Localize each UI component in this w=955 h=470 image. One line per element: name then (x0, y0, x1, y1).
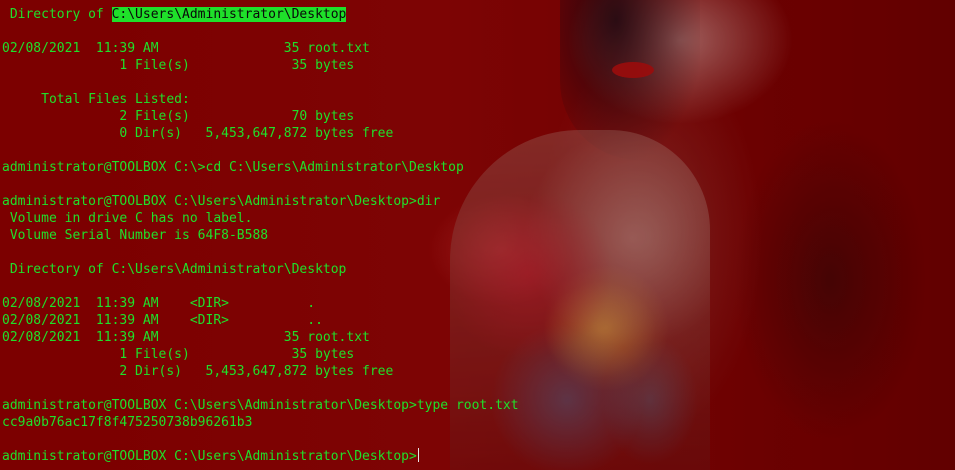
terminal-line: Total Files Listed: (2, 92, 190, 107)
terminal-line-command: administrator@TOOLBOX C:\Users\Administr… (2, 194, 441, 209)
terminal-line: 1 File(s) 35 bytes (2, 58, 355, 73)
terminal-line: Directory of C:\Users\Administrator\Desk… (2, 262, 347, 277)
terminal-prompt-line[interactable]: administrator@TOOLBOX C:\Users\Administr… (2, 448, 419, 465)
terminal-line-command: administrator@TOOLBOX C:\>cd C:\Users\Ad… (2, 160, 464, 175)
terminal-line: 02/08/2021 11:39 AM <DIR> .. (2, 313, 323, 328)
terminal-line: Volume Serial Number is 64F8-B588 (2, 228, 269, 243)
terminal-line: 2 Dir(s) 5,453,647,872 bytes free (2, 364, 394, 379)
terminal-line-output-hash: cc9a0b76ac17f8f475250738b96261b3 (2, 415, 253, 430)
terminal-line-directory-header: Directory of C:\Users\Administrator\Desk… (2, 6, 347, 23)
text-cursor (417, 448, 419, 462)
terminal-prompt: administrator@TOOLBOX C:\Users\Administr… (2, 449, 417, 464)
terminal-line-command: administrator@TOOLBOX C:\Users\Administr… (2, 398, 519, 413)
terminal-line: Volume in drive C has no label. (2, 211, 253, 226)
terminal-line: 02/08/2021 11:39 AM <DIR> . (2, 296, 316, 311)
terminal-window[interactable]: Directory of C:\Users\Administrator\Desk… (0, 0, 955, 470)
terminal-line: 0 Dir(s) 5,453,647,872 bytes free (2, 126, 394, 141)
terminal-line: 1 File(s) 35 bytes (2, 347, 355, 362)
terminal-line: 02/08/2021 11:39 AM 35 root.txt (2, 330, 370, 345)
directory-label: Directory of (2, 7, 112, 22)
selected-path-highlight[interactable]: C:\Users\Administrator\Desktop (111, 7, 347, 22)
terminal-line: 2 File(s) 70 bytes (2, 109, 355, 124)
terminal-line: 02/08/2021 11:39 AM 35 root.txt (2, 41, 370, 56)
